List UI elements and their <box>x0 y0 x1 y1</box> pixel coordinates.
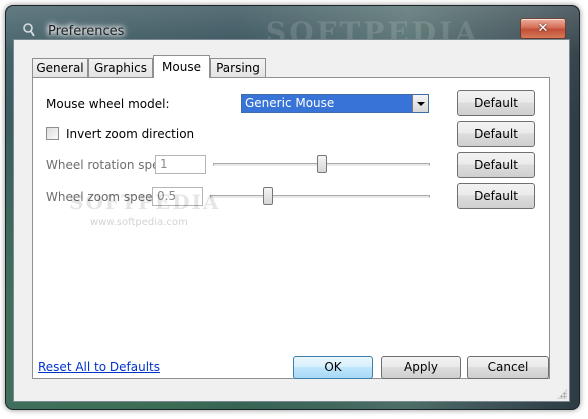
softpedia-watermark: SOFTPEDIA <box>69 190 221 214</box>
wheel-model-label: Mouse wheel model: <box>46 97 170 111</box>
invert-zoom-checkbox[interactable] <box>46 127 59 140</box>
rotation-speed-field[interactable]: 1 <box>155 155 206 174</box>
rotation-speed-slider-thumb[interactable] <box>317 155 327 173</box>
zoom-speed-slider-track[interactable] <box>210 195 430 198</box>
zoom-speed-default-button[interactable]: Default <box>457 183 535 209</box>
app-icon <box>23 23 35 37</box>
tab-parsing[interactable]: Parsing <box>210 58 266 77</box>
tab-mouse[interactable]: Mouse <box>153 55 210 78</box>
tab-general[interactable]: General <box>32 58 88 77</box>
tab-graphics[interactable]: Graphics <box>88 58 153 77</box>
apply-button[interactable]: Apply <box>381 356 461 379</box>
resize-grip[interactable] <box>557 389 567 399</box>
cancel-button[interactable]: Cancel <box>467 356 549 379</box>
window-title: Preferences <box>48 24 125 39</box>
wheel-model-default-button[interactable]: Default <box>457 90 535 116</box>
wheel-model-select[interactable]: Generic Mouse <box>241 94 429 113</box>
invert-zoom-label: Invert zoom direction <box>66 127 195 141</box>
dialog-client-area: General Graphics Mouse Parsing Mouse whe… <box>13 39 570 402</box>
invert-zoom-default-button[interactable]: Default <box>457 121 535 147</box>
softpedia-watermark-url: www.softpedia.com <box>90 217 188 228</box>
zoom-speed-slider-thumb[interactable] <box>263 187 273 205</box>
reset-all-link[interactable]: Reset All to Defaults <box>38 360 160 374</box>
ok-button[interactable]: OK <box>293 356 373 379</box>
close-button[interactable]: ✕ <box>520 18 566 39</box>
chevron-down-icon[interactable] <box>412 95 428 112</box>
wheel-model-value: Generic Mouse <box>245 96 335 110</box>
rotation-speed-default-button[interactable]: Default <box>457 152 535 178</box>
close-icon: ✕ <box>537 21 549 36</box>
